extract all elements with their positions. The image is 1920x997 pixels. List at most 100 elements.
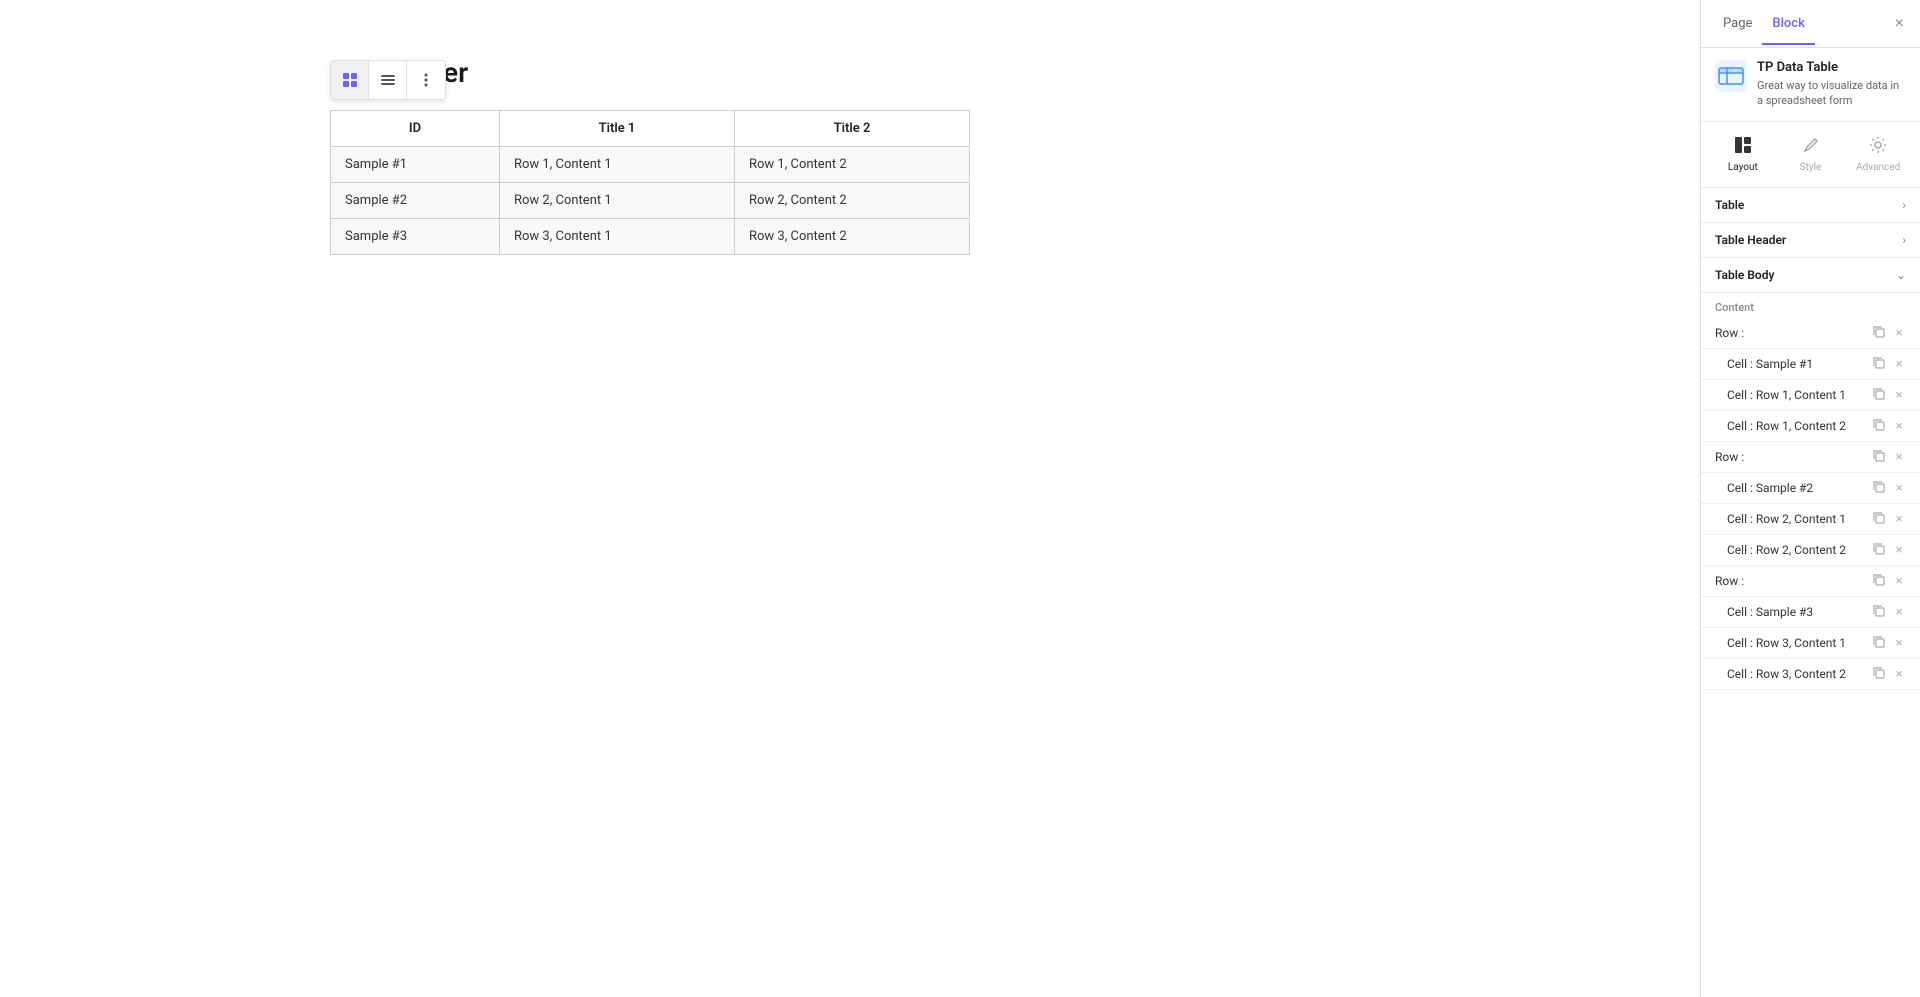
tree-item[interactable]: Cell : Row 1, Content 1 ×: [1701, 380, 1920, 411]
tree-item-label: Cell : Sample #3: [1715, 605, 1870, 619]
delete-btn[interactable]: ×: [1892, 356, 1906, 371]
duplicate-btn[interactable]: [1870, 387, 1888, 403]
style-tab-label: Style: [1800, 162, 1822, 173]
tree-item-actions: ×: [1870, 356, 1906, 372]
section-table-chevron: ›: [1902, 198, 1906, 212]
delete-btn[interactable]: ×: [1892, 511, 1906, 526]
tree-item-label: Cell : Row 1, Content 2: [1715, 419, 1870, 433]
tree-item-label: Row :: [1715, 574, 1870, 588]
tree-item-actions: ×: [1870, 604, 1906, 620]
toolbar-more-btn[interactable]: [407, 61, 445, 99]
plugin-desc: Great way to visualize data in a spreads…: [1757, 78, 1906, 109]
delete-btn[interactable]: ×: [1892, 635, 1906, 650]
tree-item-actions: ×: [1870, 449, 1906, 465]
section-table[interactable]: Table ›: [1701, 188, 1920, 223]
duplicate-btn[interactable]: [1870, 325, 1888, 341]
delete-btn[interactable]: ×: [1892, 480, 1906, 495]
duplicate-btn[interactable]: [1870, 511, 1888, 527]
tree-item[interactable]: Row : ×: [1701, 566, 1920, 597]
tree-item[interactable]: Row : ×: [1701, 442, 1920, 473]
canvas-area: lder: [0, 0, 1700, 997]
duplicate-btn[interactable]: [1870, 666, 1888, 682]
table-cell-r2-c0: Sample #3: [331, 219, 500, 255]
delete-btn[interactable]: ×: [1892, 387, 1906, 402]
section-table-body-label: Table Body: [1715, 268, 1774, 282]
tree-item-label: Cell : Row 2, Content 2: [1715, 543, 1870, 557]
advanced-tab-label: Advanced: [1856, 162, 1900, 173]
duplicate-btn[interactable]: [1870, 449, 1888, 465]
view-tab-style[interactable]: Style: [1777, 132, 1845, 177]
tree-item-label: Row :: [1715, 450, 1870, 464]
tree-item-actions: ×: [1870, 387, 1906, 403]
duplicate-btn[interactable]: [1870, 480, 1888, 496]
delete-btn[interactable]: ×: [1892, 542, 1906, 557]
section-table-header-label: Table Header: [1715, 233, 1786, 247]
plugin-name: TP Data Table: [1757, 60, 1906, 75]
style-icon: [1802, 136, 1820, 158]
table-cell-r2-c1: Row 3, Content 1: [499, 219, 734, 255]
panel-close-btn[interactable]: ×: [1891, 11, 1908, 37]
tree-item[interactable]: Cell : Sample #2×: [1701, 473, 1920, 504]
tree-item-label: Cell : Row 3, Content 1: [1715, 636, 1870, 650]
tree-item-label: Cell : Row 2, Content 1: [1715, 512, 1870, 526]
duplicate-btn[interactable]: [1870, 604, 1888, 620]
tree-item[interactable]: Cell : Row 3, Content 1 ×: [1701, 628, 1920, 659]
col-header-id: ID: [331, 111, 500, 147]
delete-btn[interactable]: ×: [1892, 449, 1906, 464]
tree-item[interactable]: Cell : Row 3, Content 2 ×: [1701, 659, 1920, 690]
tree-item-actions: ×: [1870, 418, 1906, 434]
toolbar-grid-btn[interactable]: [331, 61, 369, 99]
tree-item[interactable]: Cell : Row 2, Content 1 ×: [1701, 504, 1920, 535]
right-panel: Page Block × TP Data Table Great way to …: [1700, 0, 1920, 997]
tree-item[interactable]: Row :×: [1701, 318, 1920, 349]
view-tab-layout[interactable]: Layout: [1709, 132, 1777, 177]
duplicate-btn[interactable]: [1870, 418, 1888, 434]
tree-item[interactable]: Cell : Row 2, Content 2 ×: [1701, 535, 1920, 566]
plugin-text: TP Data Table Great way to visualize dat…: [1757, 60, 1906, 109]
delete-btn[interactable]: ×: [1892, 666, 1906, 681]
col-header-title2: Title 2: [734, 111, 969, 147]
section-table-label: Table: [1715, 198, 1744, 212]
table-cell-r0-c2: Row 1, Content 2: [734, 147, 969, 183]
duplicate-btn[interactable]: [1870, 635, 1888, 651]
tree-item[interactable]: Cell : Sample #1×: [1701, 349, 1920, 380]
tree-item-actions: ×: [1870, 542, 1906, 558]
tree-items-container: Row :×Cell : Sample #1×Cell : Row 1, Con…: [1701, 318, 1920, 690]
duplicate-btn[interactable]: [1870, 356, 1888, 372]
duplicate-btn[interactable]: [1870, 542, 1888, 558]
duplicate-btn[interactable]: [1870, 573, 1888, 589]
tree-item[interactable]: Cell : Sample #3 ×: [1701, 597, 1920, 628]
tab-page[interactable]: Page: [1713, 4, 1762, 45]
tree-item-actions: ×: [1870, 511, 1906, 527]
table-cell-r1-c0: Sample #2: [331, 183, 500, 219]
panel-tabs: Page Block: [1713, 4, 1815, 44]
delete-btn[interactable]: ×: [1892, 325, 1906, 340]
table-container: ID Title 1 Title 2 Sample #1Row 1, Conte…: [330, 110, 970, 255]
table-cell-r0-c1: Row 1, Content 1: [499, 147, 734, 183]
section-table-header-chevron: ›: [1902, 233, 1906, 247]
toolbar-list-btn[interactable]: [369, 61, 407, 99]
tree-item-actions: ×: [1870, 325, 1906, 341]
table-cell-r2-c2: Row 3, Content 2: [734, 219, 969, 255]
tree-item-actions: ×: [1870, 573, 1906, 589]
tree-item[interactable]: Cell : Row 1, Content 2 ×: [1701, 411, 1920, 442]
plugin-icon: [1715, 60, 1747, 92]
col-header-title1: Title 1: [499, 111, 734, 147]
table-cell-r1-c2: Row 2, Content 2: [734, 183, 969, 219]
delete-btn[interactable]: ×: [1892, 604, 1906, 619]
view-tab-advanced[interactable]: Advanced: [1844, 132, 1912, 177]
tab-block[interactable]: Block: [1762, 4, 1814, 45]
delete-btn[interactable]: ×: [1892, 573, 1906, 588]
plugin-info: TP Data Table Great way to visualize dat…: [1701, 48, 1920, 122]
tree-item-actions: ×: [1870, 635, 1906, 651]
section-table-header[interactable]: Table Header ›: [1701, 223, 1920, 258]
table-cell-r0-c0: Sample #1: [331, 147, 500, 183]
block-toolbar: [330, 60, 446, 100]
tree-item-label: Cell : Row 3, Content 2: [1715, 667, 1870, 681]
section-table-body[interactable]: Table Body ⌄: [1701, 258, 1920, 293]
content-label: Content: [1701, 293, 1920, 318]
layout-tab-label: Layout: [1728, 162, 1758, 173]
delete-btn[interactable]: ×: [1892, 418, 1906, 433]
tree-item-label: Cell : Row 1, Content 1: [1715, 388, 1870, 402]
section-table-body-chevron: ⌄: [1896, 268, 1906, 282]
